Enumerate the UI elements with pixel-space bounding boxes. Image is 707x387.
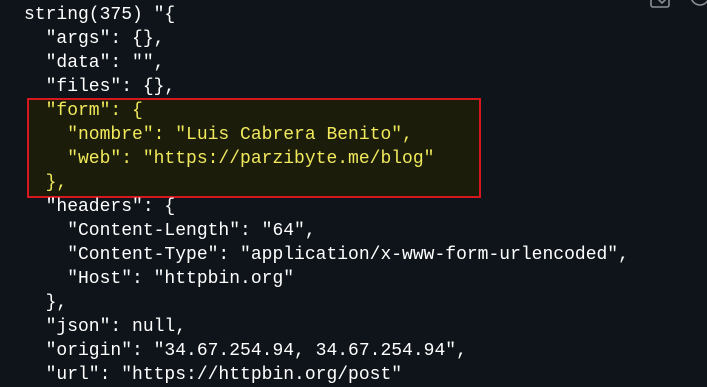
code-line-json: "json": null, <box>24 317 187 337</box>
code-line-headers-open: "headers": { <box>24 197 176 217</box>
code-line-headers-close: }, <box>24 293 68 313</box>
code-line-form-close: }, <box>24 173 68 193</box>
code-line-string-header: string(375) "{ <box>24 5 176 25</box>
copy-icon[interactable] <box>648 0 674 10</box>
console-output: " " " " string(375) "{ "args": {}, "data… <box>0 0 707 387</box>
code-line-host: "Host": "httpbin.org" <box>24 269 295 289</box>
code-line-data: "data": "", <box>24 53 165 73</box>
circle-icon[interactable] <box>690 0 707 10</box>
code-line-form-open: "form": { <box>24 101 143 121</box>
code-line-content-type: "Content-Type": "application/x-www-form-… <box>24 245 629 265</box>
code-line-args: "args": {}, <box>24 29 165 49</box>
code-line-content-length: "Content-Length": "64", <box>24 221 316 241</box>
code-line-form-web: "web": "https://parzibyte.me/blog" <box>24 149 435 169</box>
code-line-form-nombre: "nombre": "Luis Cabrera Benito", <box>24 125 413 145</box>
code-line-files: "files": {}, <box>24 77 176 97</box>
code-line-url: "url": "https://httpbin.org/post" <box>24 365 403 385</box>
code-line-origin: "origin": "34.67.254.94, 34.67.254.94", <box>24 341 467 361</box>
